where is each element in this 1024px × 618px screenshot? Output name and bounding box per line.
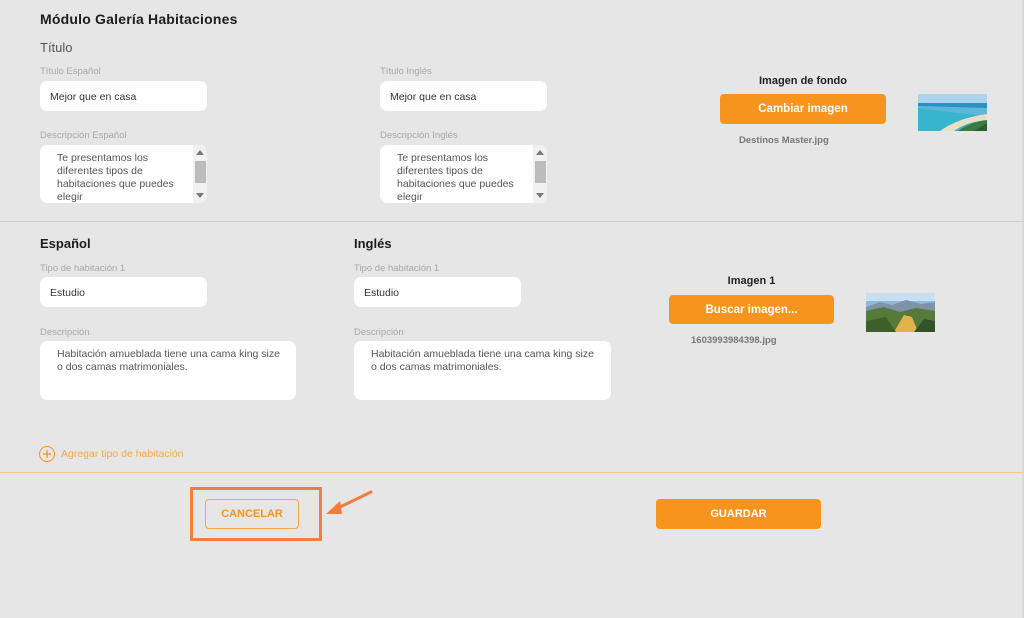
- add-circle-icon[interactable]: [39, 446, 55, 462]
- scroll-down-arrow-icon[interactable]: [536, 193, 544, 198]
- mountain-thumbnail-icon: [866, 293, 935, 332]
- room-desc-en-textarea[interactable]: Habitación amueblada tiene una cama king…: [354, 341, 611, 400]
- title-en-input[interactable]: Mejor que en casa: [380, 81, 547, 111]
- scroll-up-arrow-icon[interactable]: [536, 150, 544, 155]
- room-desc-es-label: Descripción: [40, 327, 90, 338]
- scroll-down-arrow-icon[interactable]: [196, 193, 204, 198]
- annotation-arrow-icon: [326, 490, 373, 514]
- background-file-name: Destinos Master.jpg: [739, 135, 829, 146]
- section-divider: [0, 221, 1024, 222]
- save-button[interactable]: GUARDAR: [656, 499, 821, 529]
- desc-es-label: Descripción Español: [40, 130, 127, 141]
- module-title: Módulo Galería Habitaciones: [40, 11, 238, 27]
- desc-en-label: Descripción Inglés: [380, 130, 458, 141]
- search-image-button[interactable]: Buscar imagen...: [669, 295, 834, 324]
- scroll-up-arrow-icon[interactable]: [196, 150, 204, 155]
- room-desc-en-text: Habitación amueblada tiene una cama king…: [371, 348, 594, 373]
- scroll-thumb[interactable]: [535, 161, 546, 183]
- beach-thumbnail-icon: [918, 94, 987, 131]
- section-title-titulo: Título: [40, 40, 73, 55]
- desc-en-textarea[interactable]: Te presentamos los diferentes tipos de h…: [380, 145, 547, 203]
- add-room-type-link[interactable]: Agregar tipo de habitación: [61, 448, 184, 460]
- room-desc-en-label: Descripción: [354, 327, 404, 338]
- english-heading: Inglés: [354, 236, 392, 251]
- desc-es-textarea[interactable]: Te presentamos los diferentes tipos de h…: [40, 145, 207, 203]
- title-es-label: Título Español: [40, 66, 101, 77]
- room-type-en-label: Tipo de habitación 1: [354, 263, 440, 274]
- scroll-thumb[interactable]: [195, 161, 206, 183]
- room-desc-es-text: Habitación amueblada tiene una cama king…: [57, 348, 280, 373]
- desc-es-scrollbar[interactable]: [193, 145, 207, 203]
- room-type-es-input[interactable]: Estudio: [40, 277, 207, 307]
- room-type-en-input[interactable]: Estudio: [354, 277, 521, 307]
- spanish-heading: Español: [40, 236, 91, 251]
- background-image-caption: Imagen de fondo: [759, 75, 847, 87]
- footer-divider: [0, 472, 1024, 473]
- title-en-label: Título Inglés: [380, 66, 432, 77]
- room-type-es-label: Tipo de habitación 1: [40, 263, 126, 274]
- room-image-caption: Imagen 1: [727, 275, 776, 287]
- room-desc-es-textarea[interactable]: Habitación amueblada tiene una cama king…: [40, 341, 296, 400]
- desc-en-scrollbar[interactable]: [533, 145, 547, 203]
- title-es-input[interactable]: Mejor que en casa: [40, 81, 207, 111]
- cancel-button[interactable]: CANCELAR: [205, 499, 299, 529]
- desc-en-text: Te presentamos los diferentes tipos de h…: [397, 152, 514, 203]
- room-image-file-name: 1603993984398.jpg: [691, 335, 777, 346]
- change-image-button[interactable]: Cambiar imagen: [720, 94, 886, 124]
- desc-es-text: Te presentamos los diferentes tipos de h…: [57, 152, 174, 203]
